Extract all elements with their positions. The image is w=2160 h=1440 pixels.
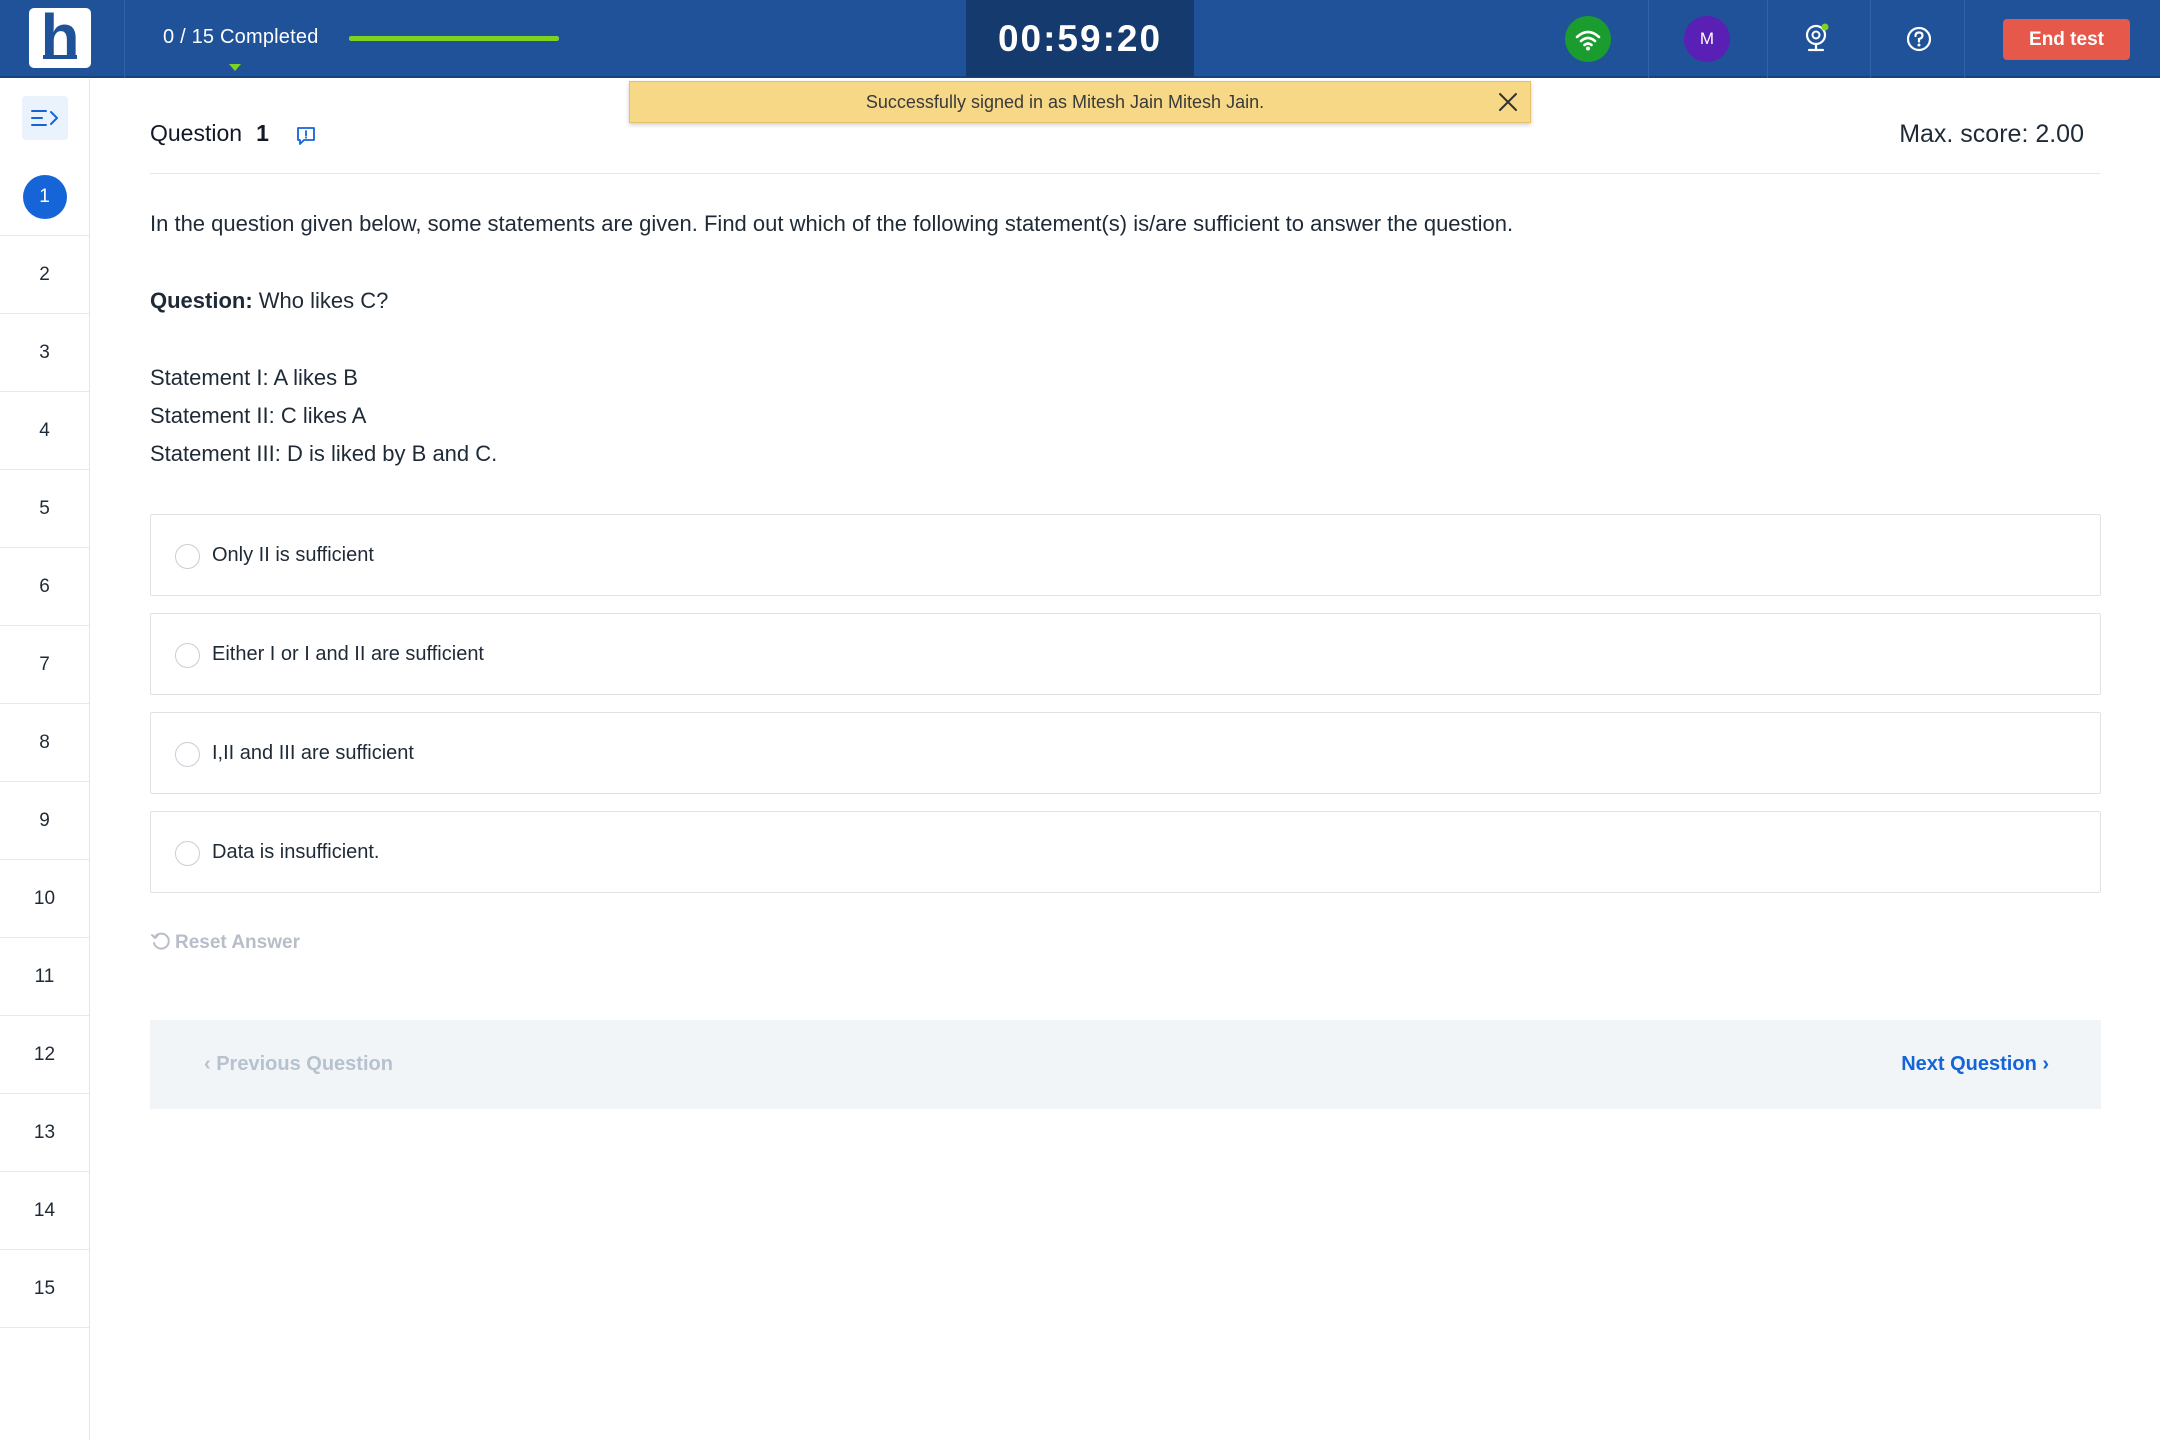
question-nav-item-8[interactable]: 8: [0, 704, 89, 782]
question-nav-item-12[interactable]: 12: [0, 1016, 89, 1094]
progress-marker-icon: [229, 64, 241, 71]
question-nav-number: 15: [33, 1278, 56, 1299]
question-heading: Question 1: [150, 120, 269, 147]
answer-option-2[interactable]: Either I or I and II are sufficient: [150, 613, 2101, 695]
option-label: I,II and III are sufficient: [212, 742, 414, 764]
chevron-left-icon: ‹: [204, 1053, 217, 1075]
question-nav-item-5[interactable]: 5: [0, 470, 89, 548]
question-footer: ‹ Previous Question Next Question ›: [150, 1020, 2101, 1109]
option-label: Data is insufficient.: [212, 841, 380, 863]
option-label: Either I or I and II are sufficient: [212, 643, 484, 665]
hackerearth-logo: h: [29, 2, 91, 72]
answer-option-4[interactable]: Data is insufficient.: [150, 811, 2101, 893]
question-prompt: Question: Who likes C?: [150, 288, 388, 314]
reset-answer-button[interactable]: Reset Answer: [150, 930, 300, 954]
question-nav-item-6[interactable]: 6: [0, 548, 89, 626]
radio-button[interactable]: [175, 544, 200, 569]
question-nav-item-13[interactable]: 13: [0, 1094, 89, 1172]
statement-3: Statement III: D is liked by B and C.: [150, 441, 498, 466]
question-nav-number: 11: [34, 966, 55, 987]
question-number: 1: [256, 120, 269, 146]
wifi-icon: [1575, 30, 1601, 51]
prompt-label: Question:: [150, 288, 253, 313]
logo-letter: h: [40, 1, 80, 73]
prompt-text: Who likes C?: [252, 288, 389, 313]
webcam-status-button[interactable]: [1793, 16, 1839, 62]
progress-text: 0 / 15 Completed: [163, 26, 319, 48]
question-nav-item-10[interactable]: 10: [0, 860, 89, 938]
previous-question-label: Previous Question: [216, 1053, 393, 1075]
answer-option-1[interactable]: Only II is sufficient: [150, 514, 2101, 596]
question-nav-number: 7: [39, 654, 50, 675]
report-issue-icon[interactable]: [295, 125, 317, 147]
statement-1: Statement I: A likes B: [150, 365, 358, 390]
toast-message: Successfully signed in as Mitesh Jain Mi…: [865, 92, 1265, 112]
end-test-button[interactable]: End test: [2003, 19, 2130, 60]
help-button[interactable]: [1896, 16, 1942, 62]
question-nav-item-2[interactable]: 2: [0, 236, 89, 314]
question-nav-item-4[interactable]: 4: [0, 392, 89, 470]
user-avatar[interactable]: M: [1684, 16, 1730, 62]
progress-bar: [349, 36, 559, 41]
question-sidebar: 1 2 3 4 5 6 7 8 9 10 11 12 13 14 15: [0, 79, 90, 1440]
header-divider: [150, 173, 2100, 174]
previous-question-button[interactable]: ‹ Previous Question: [204, 1020, 393, 1109]
option-label: Only II is sufficient: [212, 544, 374, 566]
chevron-right-icon: ›: [2036, 1053, 2049, 1075]
question-nav-number: 5: [39, 498, 50, 519]
close-icon[interactable]: [1498, 92, 1518, 112]
radio-button[interactable]: [175, 841, 200, 866]
help-icon: [1906, 26, 1932, 52]
statement-2: Statement II: C likes A: [150, 403, 367, 428]
expand-menu-icon: [31, 110, 58, 126]
network-status-button[interactable]: [1565, 16, 1611, 62]
question-nav-number: 1: [22, 175, 67, 219]
question-nav-item-7[interactable]: 7: [0, 626, 89, 704]
question-nav-item-11[interactable]: 11: [0, 938, 89, 1016]
question-nav-number: 13: [33, 1122, 56, 1143]
radio-button[interactable]: [175, 643, 200, 668]
radio-button[interactable]: [175, 742, 200, 767]
webcam-icon: [1805, 23, 1829, 52]
question-nav-item-3[interactable]: 3: [0, 314, 89, 392]
next-question-label: Next Question: [1901, 1053, 2037, 1075]
question-nav-number: 3: [39, 342, 50, 363]
answer-option-3[interactable]: I,II and III are sufficient: [150, 712, 2101, 794]
question-nav-item-1[interactable]: 1: [0, 158, 89, 236]
top-bar: h 0 / 15 Completed 00:59:20 M End test: [0, 0, 2160, 78]
question-nav-item-14[interactable]: 14: [0, 1172, 89, 1250]
question-nav-number: 9: [39, 810, 50, 831]
question-nav-number: 8: [39, 732, 50, 753]
max-score: Max. score: 2.00: [1899, 120, 2084, 148]
question-nav-number: 4: [39, 420, 50, 441]
undo-icon: [151, 932, 170, 950]
reset-answer-label: Reset Answer: [175, 932, 300, 953]
question-nav-number: 2: [39, 264, 50, 285]
sidebar-toggle-button[interactable]: [22, 96, 68, 140]
next-question-button[interactable]: Next Question ›: [1901, 1020, 2049, 1109]
question-nav-number: 10: [33, 888, 56, 909]
question-label: Question: [150, 120, 243, 146]
question-nav-item-15[interactable]: 15: [0, 1250, 89, 1328]
question-nav-number: 14: [33, 1200, 56, 1221]
question-nav-item-9[interactable]: 9: [0, 782, 89, 860]
signin-toast: Successfully signed in as Mitesh Jain Mi…: [629, 81, 1531, 123]
question-nav-number: 6: [39, 576, 50, 597]
question-nav-number: 12: [33, 1044, 56, 1065]
countdown-timer: 00:59:20: [966, 0, 1194, 77]
question-instruction: In the question given below, some statem…: [150, 211, 1514, 236]
progress-bar-fill: [349, 36, 559, 41]
